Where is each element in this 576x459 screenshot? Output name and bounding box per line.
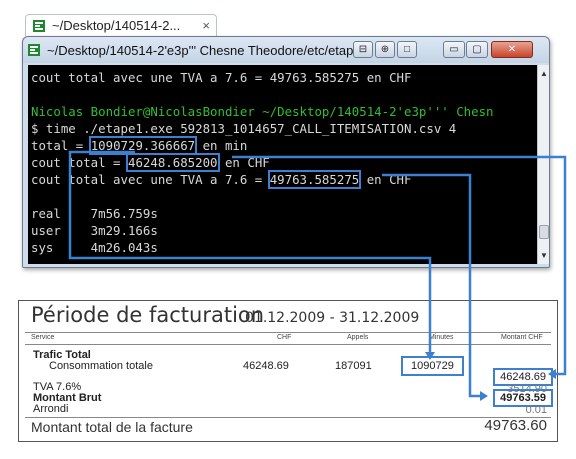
consommation-minutes: 1090729: [401, 356, 464, 376]
arrondi-label: Arrondi: [33, 403, 69, 415]
divider: [25, 332, 551, 333]
console-tva-line: cout total avec une TVA a 7.6 = 49763.58…: [31, 170, 412, 189]
cout-total-value: 46248.685200: [125, 153, 220, 172]
header-service: Service: [31, 334, 55, 341]
consommation-appels: 187091: [335, 360, 372, 372]
header-montant: Montant CHF: [501, 334, 543, 341]
invoice-period: 01.12.2009 - 31.12.2009: [245, 310, 420, 326]
console-time-sys: sys 4m26.043s: [31, 240, 158, 255]
invoice-total-value: 49763.60: [484, 417, 547, 434]
minimize-button[interactable]: ▭: [443, 41, 465, 58]
divider: [25, 417, 551, 418]
invoice-total-label: Montant total de la facture: [31, 419, 193, 435]
terminal-icon: [33, 19, 45, 32]
tab-close-icon[interactable]: ×: [202, 18, 210, 33]
total-prefix: total =: [31, 138, 91, 153]
montant-trafic: 46248.69: [493, 368, 553, 386]
terminal-icon: [28, 44, 40, 56]
console-command-line: $ time ./etape1.exe 592813_1014657_CALL_…: [31, 121, 457, 136]
maximize-button[interactable]: ▢: [466, 41, 488, 58]
scroll-thumb[interactable]: [539, 225, 549, 239]
console-line: cout total avec une TVA a 7.6 = 49763.58…: [31, 70, 412, 85]
window-menu-button[interactable]: ⊟: [353, 41, 373, 58]
tva-suffix: en CHF: [359, 172, 412, 187]
arrondi-value: 0.01: [525, 404, 547, 416]
header-minutes: Minutes: [429, 334, 454, 341]
total-minutes-value: 1090729.366667: [88, 136, 198, 155]
consommation-chf: 46248.69: [243, 360, 289, 372]
tva-total-value: 49763.585275: [267, 170, 362, 189]
console-prompt-line: Nicolas Bondier@NicolasBondier ~/Desktop…: [31, 104, 494, 119]
console-cout-line: cout total = 46248.685200 en CHF: [31, 153, 270, 172]
console-window: ~/Desktop/140514-2'e3p''' Chesne Theodor…: [22, 36, 550, 268]
montant-brut-value: 49763.59: [493, 389, 553, 407]
consommation-label: Consommation totale: [49, 360, 153, 372]
invoice-title: Période de facturation: [31, 303, 265, 327]
console-time-user: user 3m29.166s: [31, 223, 158, 238]
scroll-up-icon[interactable]: ▲: [539, 69, 549, 79]
invoice-document: Période de facturation 01.12.2009 - 31.1…: [18, 300, 558, 442]
window-titlebar[interactable]: ~/Desktop/140514-2'e3p''' Chesne Theodor…: [23, 37, 549, 63]
cout-prefix: cout total =: [31, 155, 128, 170]
tva-prefix: cout total avec une TVA a 7.6 =: [31, 172, 270, 187]
window-restore-button[interactable]: ⊕: [375, 41, 395, 58]
console-total-line: total = 1090729.366667 en min: [31, 136, 248, 155]
terminal-tab[interactable]: ~/Desktop/140514-2... ×: [25, 14, 217, 36]
scroll-down-icon[interactable]: ▼: [539, 251, 549, 261]
header-appels: Appels: [347, 334, 369, 341]
cout-suffix: en CHF: [217, 155, 270, 170]
window-fullscreen-button[interactable]: □: [397, 41, 417, 58]
console-time-real: real 7m56.759s: [31, 206, 158, 221]
divider: [25, 344, 551, 345]
tab-strip: ~/Desktop/140514-2... ×: [0, 0, 576, 36]
window-title: ~/Desktop/140514-2'e3p''' Chesne Theodor…: [47, 42, 368, 58]
header-chf: CHF: [277, 334, 292, 341]
close-button[interactable]: ✕: [491, 41, 533, 58]
total-suffix: en min: [195, 138, 248, 153]
console-output[interactable]: cout total avec une TVA a 7.6 = 49763.58…: [28, 65, 537, 264]
tab-title: ~/Desktop/140514-2...: [52, 18, 181, 33]
console-scrollbar[interactable]: ▲ ▼: [537, 65, 549, 264]
